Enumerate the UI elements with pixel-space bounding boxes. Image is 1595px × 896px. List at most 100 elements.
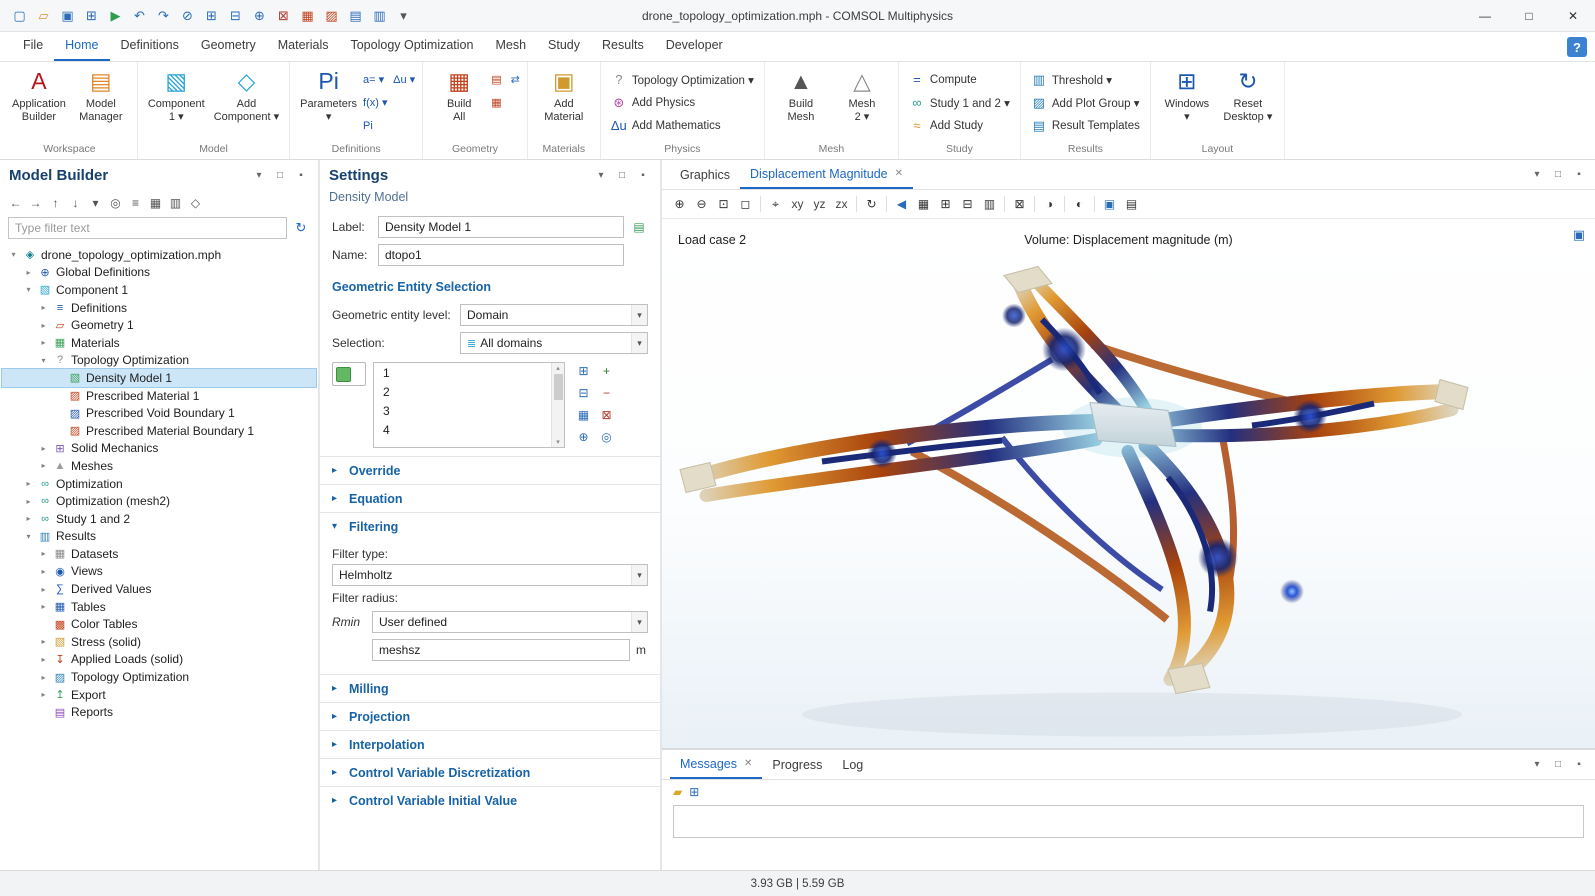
table-blue-button[interactable]: ▤ (344, 4, 367, 28)
ribbon-parameters-button[interactable]: PiParameters ▾ (297, 64, 360, 123)
selection-show-button[interactable]: ◎ (597, 428, 616, 446)
color-scheme-button[interactable]: ◐ (1069, 193, 1090, 215)
filter-radius-dropdown[interactable]: User defined ▾ (372, 611, 648, 633)
collapse-menu-button[interactable]: ≡ (127, 193, 144, 213)
tree-item-topology-optimization[interactable]: ▸▨Topology Optimization (2, 668, 316, 686)
ribbon-small-f-x-button[interactable]: f(x) ▾ (363, 96, 387, 109)
tree-item-definitions[interactable]: ▸≡Definitions (2, 299, 316, 317)
view-xy-button[interactable]: xy (787, 193, 808, 215)
selection-add-button[interactable]: + (597, 362, 616, 380)
geom-swap-button[interactable]: ⇄ (511, 73, 520, 86)
menu-tab-file[interactable]: File (12, 31, 54, 61)
tree-filter-input[interactable] (8, 217, 287, 239)
tab-log[interactable]: Log (832, 750, 873, 779)
scroll-down-icon[interactable]: ▾ (556, 438, 560, 446)
filter-menu-button[interactable]: ◇ (187, 193, 204, 213)
zoom-out-button[interactable]: ⊖ (691, 193, 712, 215)
tree-collapsed-arrow[interactable]: ▸ (23, 497, 34, 506)
tree-item-prescribed-material-boundary-1[interactable]: ▨Prescribed Material Boundary 1 (2, 422, 316, 440)
ribbon-model-manager-button[interactable]: ▤Model Manager (72, 64, 130, 123)
move-down-button[interactable]: ↓ (67, 193, 84, 213)
zoom-extents-button[interactable]: ◻ (735, 193, 756, 215)
tree-item-export[interactable]: ▸↥Export (2, 686, 316, 704)
selection-clear-button[interactable]: ⊠ (597, 406, 616, 424)
tree-collapsed-arrow[interactable]: ▸ (38, 637, 49, 646)
tree-item-tables[interactable]: ▸▦Tables (2, 598, 316, 616)
ribbon-component-1-button[interactable]: ▧Component 1 ▾ (145, 64, 208, 123)
selection-list-scrollbar[interactable]: ▴▾ (551, 363, 564, 447)
ribbon-study-1-and-2-button[interactable]: ∞Study 1 and 2 ▾ (906, 93, 1013, 112)
scene-rotate-button[interactable]: ↻ (861, 193, 882, 215)
tree-item-study-1-and-2[interactable]: ▸∞Study 1 and 2 (2, 510, 316, 528)
cut-button[interactable]: ⊘ (176, 4, 199, 28)
panel-float-button[interactable]: □ (272, 167, 288, 183)
active-selection-toggle[interactable] (332, 362, 366, 386)
close-button[interactable]: ✕ (1551, 0, 1595, 31)
table-red-button[interactable]: ▦ (296, 4, 319, 28)
zoom-box-button[interactable]: ⊡ (713, 193, 734, 215)
tree-item-views[interactable]: ▸◉Views (2, 563, 316, 581)
geom-matrix-button[interactable]: ▤ (491, 73, 501, 86)
help-icon[interactable]: ? (1567, 37, 1587, 57)
tree-collapsed-arrow[interactable]: ▸ (23, 514, 34, 523)
show-menu-button[interactable]: ◎ (107, 193, 124, 213)
tree-item-topology-optimization[interactable]: ▾?Topology Optimization (2, 352, 316, 370)
refresh-icon[interactable]: ↻ (292, 220, 310, 236)
tree-item-derived-values[interactable]: ▸∑Derived Values (2, 580, 316, 598)
delete-button[interactable]: ⊠ (272, 4, 295, 28)
maximize-button[interactable]: □ (1507, 0, 1551, 31)
tree-collapsed-arrow[interactable]: ▸ (38, 690, 49, 699)
plot-settings-icon[interactable]: ▣ (1573, 227, 1585, 243)
menu-tab-mesh[interactable]: Mesh (484, 31, 537, 61)
menu-tab-topology-optimization[interactable]: Topology Optimization (339, 31, 484, 61)
tab-messages[interactable]: Messages✕ (670, 750, 762, 779)
tree-collapsed-arrow[interactable]: ▸ (38, 567, 49, 576)
cell-view-button[interactable]: ▥ (979, 193, 1000, 215)
save-button[interactable]: ▣ (56, 4, 79, 28)
menu-tab-study[interactable]: Study (537, 31, 591, 61)
clear-messages-button[interactable]: ▰ (673, 785, 682, 799)
menu-tab-developer[interactable]: Developer (655, 31, 734, 61)
tree-expanded-arrow[interactable]: ▾ (23, 532, 34, 541)
tree-collapsed-arrow[interactable]: ▸ (38, 549, 49, 558)
close-icon[interactable]: ✕ (744, 758, 752, 769)
table-matrix-button[interactable]: ▨ (320, 4, 343, 28)
columns-menu-button[interactable]: ▦ (147, 193, 164, 213)
undo-button[interactable]: ↶ (128, 4, 151, 28)
selection-list-item[interactable]: 4 (374, 420, 551, 439)
image-grid-button[interactable]: ▦ (913, 193, 934, 215)
tree-item-geometry-1[interactable]: ▸▱Geometry 1 (2, 316, 316, 334)
menu-tab-results[interactable]: Results (591, 31, 655, 61)
section-equation[interactable]: ▸Equation (320, 484, 660, 512)
messages-output[interactable] (673, 805, 1584, 838)
save-search-button[interactable]: ⊞ (80, 4, 103, 28)
ribbon-windows-button[interactable]: ⊞Windows ▾ (1158, 64, 1216, 123)
go-to-default-view-button[interactable]: ⌖ (765, 193, 786, 215)
selection-dropdown[interactable]: ≣ All domains ▾ (460, 332, 648, 354)
zoom-in-button[interactable]: ⊕ (669, 193, 690, 215)
ribbon-result-templates-button[interactable]: ▤Result Templates (1028, 116, 1143, 135)
tree-item-solid-mechanics[interactable]: ▸⊞Solid Mechanics (2, 440, 316, 458)
menu-tab-materials[interactable]: Materials (267, 31, 340, 61)
tree-item-color-tables[interactable]: ▩Color Tables (2, 615, 316, 633)
tree-item-optimization-mesh2[interactable]: ▸∞Optimization (mesh2) (2, 492, 316, 510)
panel-float-button[interactable]: □ (614, 167, 630, 183)
tree-collapsed-arrow[interactable]: ▸ (38, 444, 49, 453)
ribbon-add-component-button[interactable]: ◇Add Component ▾ (211, 64, 282, 123)
tree-item-drone-topology-optimization-mph[interactable]: ▾◈drone_topology_optimization.mph (2, 246, 316, 264)
menu-tab-home[interactable]: Home (54, 31, 109, 61)
tree-expanded-arrow[interactable]: ▾ (38, 356, 49, 365)
ribbon-add-study-button[interactable]: ≈Add Study (906, 116, 1013, 135)
tab-graphics[interactable]: Graphics (670, 160, 740, 189)
ribbon-application-builder-button[interactable]: AApplication Builder (9, 64, 69, 123)
tree-item-datasets[interactable]: ▸▦Datasets (2, 545, 316, 563)
new-file-button[interactable]: ▢ (8, 4, 31, 28)
lock-view-button[interactable]: ⊠ (1009, 193, 1030, 215)
ribbon-add-mathematics-button[interactable]: ΔuAdd Mathematics (608, 116, 757, 135)
ribbon-small-u-button[interactable]: Δu ▾ (393, 73, 415, 86)
panel-float-button[interactable]: □ (1550, 167, 1566, 183)
panel-collapse-button[interactable]: ▾ (1529, 757, 1545, 773)
redo-button[interactable]: ↷ (152, 4, 175, 28)
tree-collapsed-arrow[interactable]: ▸ (38, 673, 49, 682)
tree-item-density-model-1[interactable]: ▧Density Model 1 (2, 369, 316, 387)
